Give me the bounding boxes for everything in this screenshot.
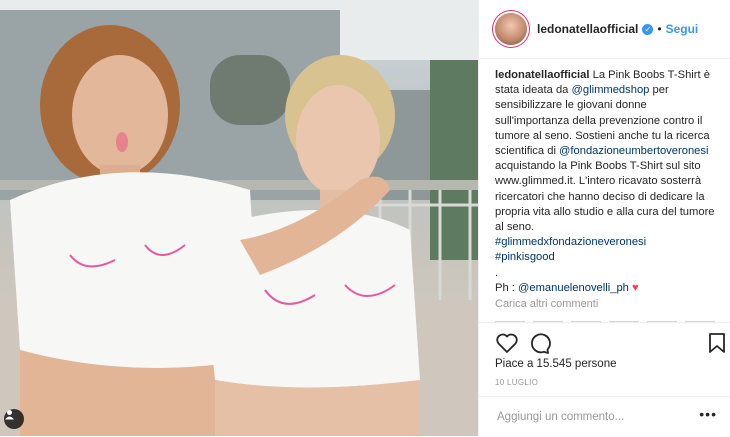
mention-fondazione[interactable]: @fondazioneumbertoveronesi: [559, 145, 708, 157]
heart-outline-icon[interactable]: [495, 331, 519, 355]
caption-username[interactable]: ledonatellaofficial: [495, 69, 590, 81]
post-date: 10 LUGLIO: [495, 378, 539, 387]
more-options-button[interactable]: •••: [699, 407, 717, 421]
avatar[interactable]: [495, 13, 527, 45]
mention-glimmedshop[interactable]: @glimmedshop: [572, 84, 650, 96]
follow-button[interactable]: Segui: [666, 22, 699, 36]
likes-count[interactable]: Piace a 15.545 persone: [495, 358, 616, 370]
user-tag-icon[interactable]: [4, 409, 24, 429]
post-photo[interactable]: [0, 0, 478, 436]
header-separator: •: [657, 22, 662, 36]
mention-photographer[interactable]: @emanuelenovelli_ph: [518, 282, 629, 294]
photo-credit-label: Ph :: [495, 281, 519, 294]
post-username[interactable]: ledonatellaofficial: [537, 22, 638, 36]
hashtag-pinkisgood[interactable]: #pinkisgood: [495, 251, 555, 263]
comment-bubble-icon[interactable]: [527, 331, 551, 355]
post-header: ledonatellaofficial ✓ • Segui: [479, 0, 730, 59]
caption-dot: .: [495, 266, 499, 279]
hashtag-glimmedxfondazioneveronesi[interactable]: #glimmedxfondazioneveronesi: [495, 236, 646, 248]
heart-emoji: ♥: [632, 281, 639, 294]
comment-box: •••: [479, 396, 730, 437]
likes-text: Piace a 15.545 persone: [495, 358, 617, 370]
bookmark-icon[interactable]: [705, 331, 729, 355]
user-tag-glyph: [5, 410, 14, 420]
post-side-panel: ledonatellaofficial ✓ • Segui ledonatell…: [478, 0, 730, 436]
photo-illustration: [0, 0, 478, 436]
post-caption: ledonatellaofficial La Pink Boobs T-Shir…: [495, 68, 717, 296]
verified-badge-icon: ✓: [642, 23, 654, 35]
comment-input[interactable]: [495, 405, 699, 429]
load-more-comments[interactable]: Carica altri commenti: [495, 298, 598, 310]
caption-text-3: acquistando la Pink Boobs T-Shirt sul si…: [495, 160, 715, 234]
